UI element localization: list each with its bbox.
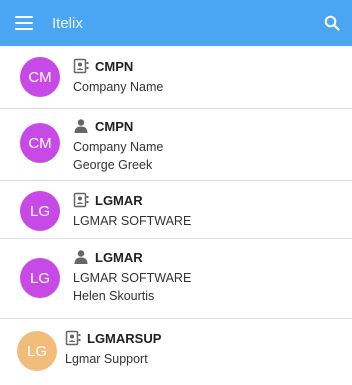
account-code: LGMAR xyxy=(95,249,143,265)
contact-person: Helen Skourtis xyxy=(73,289,155,303)
avatar: LG xyxy=(17,331,57,371)
list-item[interactable]: CM CMPN Company Name George Greek xyxy=(0,109,352,181)
company-name: Company Name xyxy=(73,140,164,154)
account-code: CMPN xyxy=(95,118,134,134)
menu-button[interactable] xyxy=(0,0,48,46)
list-item[interactable]: LG LGMAR LGMAR SOFTWARE xyxy=(0,181,352,239)
list-item[interactable]: CM CMPN Company Name xyxy=(0,46,352,109)
app-title: Itelix xyxy=(52,14,83,32)
contact-card-icon xyxy=(65,330,81,346)
list-item[interactable]: LG LGMARSUP Lgmar Support xyxy=(0,319,352,385)
search-icon xyxy=(324,15,340,31)
list-item[interactable]: LG LGMAR LGMAR SOFTWARE Helen Skourtis xyxy=(0,239,352,319)
avatar: CM xyxy=(20,123,60,163)
company-name: Lgmar Support xyxy=(65,352,148,366)
contact-card-icon xyxy=(73,192,89,208)
company-name: Company Name xyxy=(73,80,164,94)
person-icon xyxy=(74,250,88,264)
avatar: LG xyxy=(20,191,60,231)
avatar: LG xyxy=(20,258,60,298)
person-icon xyxy=(74,119,88,133)
app-bar: Itelix xyxy=(0,0,352,46)
search-button[interactable] xyxy=(312,0,352,46)
account-code: LGMARSUP xyxy=(87,330,162,346)
hamburger-icon xyxy=(15,16,33,30)
contact-person: George Greek xyxy=(73,158,153,172)
contact-list: CM CMPN Company Name CM CMPN Company Nam… xyxy=(0,46,352,385)
company-name: LGMAR SOFTWARE xyxy=(73,214,192,228)
account-code: CMPN xyxy=(95,58,134,74)
account-code: LGMAR xyxy=(95,192,143,208)
avatar: CM xyxy=(20,57,60,97)
company-name: LGMAR SOFTWARE xyxy=(73,271,192,285)
contact-card-icon xyxy=(73,58,89,74)
